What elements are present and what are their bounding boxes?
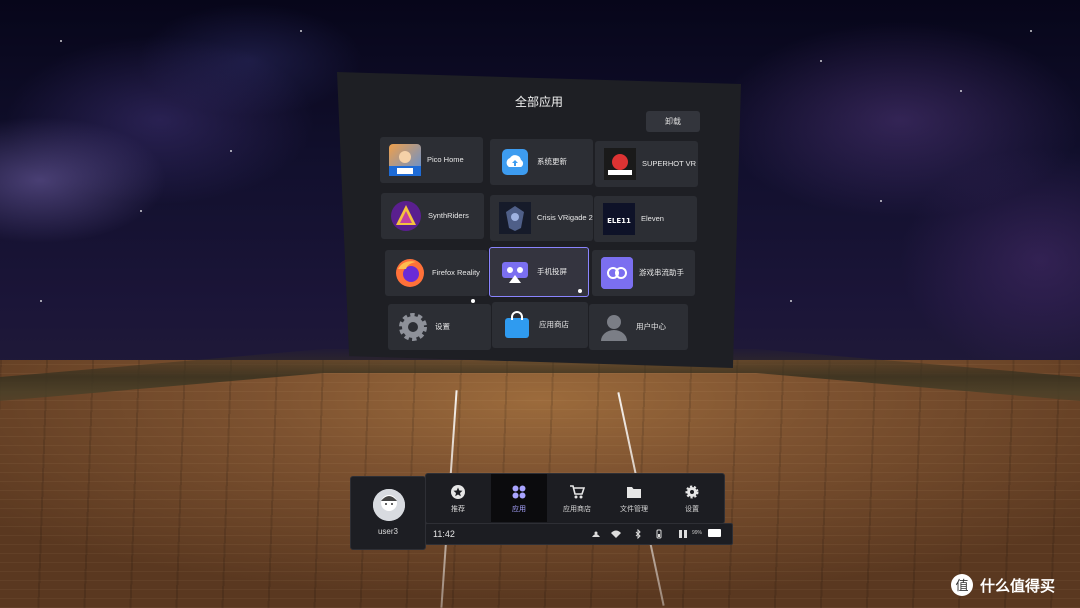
dock-label: 设置 — [685, 506, 699, 513]
dock-label: 应用 — [512, 506, 526, 513]
avatar — [373, 489, 405, 521]
new-indicator-dot — [578, 289, 582, 293]
app-tile-crisis-vrigade[interactable]: Crisis VRigade 2 — [490, 195, 593, 241]
controller-battery-icon[interactable] — [654, 529, 664, 539]
dock-label: 推荐 — [451, 506, 465, 513]
panel-title: 全部应用 — [514, 95, 563, 109]
gear-icon — [685, 485, 699, 499]
app-label: 系统更新 — [537, 157, 567, 167]
controller-icon[interactable] — [591, 529, 601, 539]
screen-cast-icon — [499, 256, 531, 288]
dock-label: 文件管理 — [620, 506, 648, 513]
shopping-bag-icon — [501, 309, 533, 341]
app-label: SynthRiders — [428, 211, 469, 221]
app-tile-settings[interactable]: 设置 — [388, 299, 491, 350]
bluetooth-icon[interactable] — [633, 529, 643, 539]
svg-text:值: 值 — [955, 578, 968, 594]
new-indicator-dot — [471, 299, 475, 303]
user-name: user3 — [377, 527, 398, 536]
app-tile-system-update[interactable]: 系统更新 — [490, 139, 593, 185]
app-label: Pico Home — [427, 155, 464, 165]
wifi-icon[interactable] — [611, 529, 621, 539]
svg-text:ELE11: ELE11 — [607, 217, 631, 225]
superhot-icon — [604, 148, 636, 180]
user-profile-card[interactable]: user3 — [350, 476, 426, 550]
cloud-upload-icon — [499, 146, 531, 178]
app-label: SUPERHOT VR — [642, 159, 697, 169]
eleven-icon: ELE11 — [603, 203, 635, 235]
battery-icon — [708, 529, 721, 537]
app-label: Crisis VRigade 2 — [537, 213, 593, 223]
clock: 11:42 — [433, 529, 455, 539]
app-tile-superhot[interactable]: SUPERHOT VR — [595, 141, 698, 187]
app-tile-user-center[interactable]: 用户中心 — [589, 304, 688, 350]
user-icon — [598, 311, 630, 343]
app-label: 用户中心 — [636, 322, 666, 332]
synthriders-icon — [390, 200, 422, 232]
app-tile-app-store[interactable]: 应用商店 — [492, 302, 588, 348]
star-icon — [451, 485, 465, 499]
app-tile-eleven[interactable]: ELE11 Eleven — [594, 196, 697, 242]
app-tile-phone-cast[interactable]: 手机投屏 — [489, 247, 589, 297]
settings-gear-icon — [397, 311, 429, 343]
app-label: 设置 — [435, 322, 450, 332]
bottom-dock: 推荐 应用 应用商店 文件管理 设置 — [425, 473, 725, 524]
app-label: 游戏串流助手 — [639, 268, 684, 278]
app-label: Eleven — [641, 214, 664, 224]
watermark-logo-icon: 值 — [951, 574, 973, 596]
battery-percent: 99% — [692, 530, 703, 536]
dock-tab-apps[interactable]: 应用 — [491, 474, 547, 522]
pico-home-icon — [389, 144, 421, 176]
app-label: Firefox Reality — [432, 268, 480, 278]
app-tile-firefox-reality[interactable]: Firefox Reality — [385, 250, 488, 296]
app-tile-pico-home[interactable]: Pico Home — [380, 137, 483, 183]
folder-icon — [627, 487, 641, 498]
crisis-vrigade-icon — [499, 202, 531, 234]
uninstall-button[interactable]: 卸载 — [646, 111, 700, 132]
dock-tab-recommended[interactable]: 推荐 — [430, 474, 486, 522]
dock-tab-file-manager[interactable]: 文件管理 — [606, 474, 662, 522]
app-label: 应用商店 — [539, 320, 569, 330]
all-apps-panel: 全部应用 卸载 Pico Home 系统更新 SUPERHOT VR Synth… — [337, 72, 741, 368]
app-tile-streaming-assistant[interactable]: 游戏串流助手 — [592, 250, 695, 296]
app-label: 手机投屏 — [537, 267, 567, 277]
streaming-assistant-icon — [601, 257, 633, 289]
app-tile-synthriders[interactable]: SynthRiders — [381, 193, 484, 239]
dock-tab-settings[interactable]: 设置 — [664, 474, 720, 522]
cart-icon — [570, 485, 585, 499]
status-bar: 11:42 99% — [425, 523, 733, 545]
watermark-text: 什么值得买 — [980, 577, 1056, 595]
firefox-icon — [394, 257, 426, 289]
apps-grid-icon — [512, 485, 526, 499]
watermark: 值 什么值得买 — [950, 573, 1055, 597]
headset-battery-icon[interactable] — [678, 529, 688, 539]
dock-label: 应用商店 — [563, 506, 591, 513]
dock-tab-app-store[interactable]: 应用商店 — [549, 474, 605, 522]
